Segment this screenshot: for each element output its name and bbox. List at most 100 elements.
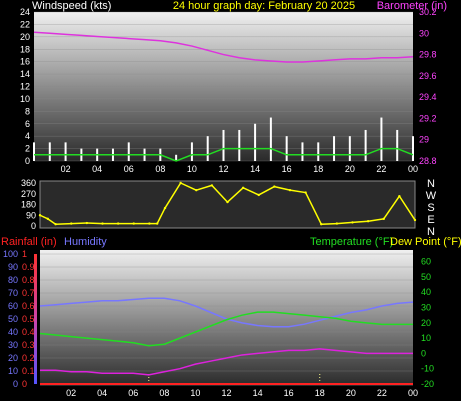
temperature-label: Temperature (°F) bbox=[310, 236, 393, 248]
direction-segment bbox=[55, 222, 72, 225]
baro-tick-label: 28.8 bbox=[419, 156, 437, 166]
direction-tick-label: 180 bbox=[21, 200, 36, 210]
panel1-x-tick: 14 bbox=[250, 164, 260, 174]
panel3-x-tick: 22 bbox=[377, 388, 387, 398]
baro-tick-label: 29.4 bbox=[419, 92, 437, 102]
humidity-tick-label: 0 bbox=[13, 379, 18, 389]
humidity-tick-label: 20 bbox=[8, 353, 18, 363]
panel3-x-tick: 06 bbox=[128, 388, 138, 398]
panel3-x-tick: 20 bbox=[346, 388, 356, 398]
wind-tick-label: 6 bbox=[25, 119, 30, 129]
panel1-x-tick: 00 bbox=[408, 164, 418, 174]
panel1-x-tick: 06 bbox=[124, 164, 134, 174]
compass-e: E bbox=[427, 214, 434, 226]
panel1-x-tick: 16 bbox=[282, 164, 292, 174]
rain-tick-label: 0.4 bbox=[22, 327, 35, 337]
wind-tick-label: 8 bbox=[25, 106, 30, 116]
panel3-x-tick: 12 bbox=[221, 388, 231, 398]
panel3-x-tick: 00 bbox=[408, 388, 418, 398]
direction-segment bbox=[71, 222, 87, 225]
windspeed-title: Windspeed (kts) bbox=[32, 0, 111, 12]
temp-tick-label: 50 bbox=[421, 272, 431, 282]
wind-tick-label: 24 bbox=[20, 7, 30, 17]
direction-tick-label: 360 bbox=[21, 178, 36, 188]
panel1-x-tick: 08 bbox=[155, 164, 165, 174]
wind-tick-label: 12 bbox=[20, 82, 30, 92]
temp-tick-label: 0 bbox=[421, 348, 426, 358]
compass-n-top: N bbox=[427, 178, 435, 190]
panel1-x-tick: 04 bbox=[92, 164, 102, 174]
humidity-tick-label: 90 bbox=[8, 262, 18, 272]
humidity-tick-label: 80 bbox=[8, 275, 18, 285]
rainfall-label: Rainfall (in) bbox=[1, 236, 57, 248]
wind-tick-label: 4 bbox=[25, 131, 30, 141]
wind-tick-label: 22 bbox=[20, 19, 30, 29]
graph-date-title: 24 hour graph day: February 20 2025 bbox=[173, 0, 355, 12]
temp-tick-label: 20 bbox=[421, 318, 431, 328]
wind-tick-label: 2 bbox=[25, 144, 30, 154]
panel3-x-tick: 16 bbox=[284, 388, 294, 398]
humidity-tick-label: 10 bbox=[8, 366, 18, 376]
baro-tick-label: 29.6 bbox=[419, 71, 437, 81]
rain-tick-label: 0 bbox=[22, 379, 27, 389]
rain-tick-label: 0.9 bbox=[22, 262, 35, 272]
temp-tick-label: 60 bbox=[421, 257, 431, 267]
humidity-tick-label: 70 bbox=[8, 288, 18, 298]
panel3-x-tick: 02 bbox=[66, 388, 76, 398]
wind-tick-label: 0 bbox=[25, 156, 30, 166]
rain-tick-label: 0.1 bbox=[22, 366, 35, 376]
compass-w: W bbox=[426, 190, 437, 202]
wind-tick-label: 16 bbox=[20, 57, 30, 67]
rain-tick-label: 0.6 bbox=[22, 301, 35, 311]
panel2-bg bbox=[39, 180, 416, 229]
humidity-tick-label: 100 bbox=[3, 249, 18, 259]
humidity-tick-label: 30 bbox=[8, 340, 18, 350]
baro-tick-label: 30.2 bbox=[419, 7, 437, 17]
baro-tick-label: 29 bbox=[419, 135, 429, 145]
baro-tick-label: 29.2 bbox=[419, 113, 437, 123]
rain-tick-label: 0.8 bbox=[22, 275, 35, 285]
wind-tick-label: 10 bbox=[20, 94, 30, 104]
panel3-x-tick: 10 bbox=[190, 388, 200, 398]
panel1-x-tick: 02 bbox=[61, 164, 71, 174]
direction-tick-label: 270 bbox=[21, 189, 36, 199]
direction-tick-label: 0 bbox=[31, 221, 36, 231]
panel2-axes: 090180270360 bbox=[21, 178, 36, 231]
panel3-bg bbox=[40, 250, 413, 386]
panel3-x-tick: 08 bbox=[159, 388, 169, 398]
wind-tick-label: 14 bbox=[20, 69, 30, 79]
temp-tick-label: -20 bbox=[421, 379, 434, 389]
humidity-tick-label: 60 bbox=[8, 301, 18, 311]
humidity-tick-label: 50 bbox=[8, 314, 18, 324]
direction-segment bbox=[86, 222, 103, 225]
wind-tick-label: 20 bbox=[20, 32, 30, 42]
panel3-x-tick: 18 bbox=[315, 388, 325, 398]
humidity-tick-label: 40 bbox=[8, 327, 18, 337]
compass-s: S bbox=[427, 202, 434, 214]
temp-tick-label: -10 bbox=[421, 364, 434, 374]
panel3-x-tick: 14 bbox=[253, 388, 263, 398]
direction-tick-label: 90 bbox=[26, 210, 36, 220]
panel1-x-tick: 20 bbox=[345, 164, 355, 174]
panel1-x-tick: 10 bbox=[187, 164, 197, 174]
rain-tick-label: 0.7 bbox=[22, 288, 35, 298]
panel1-x-tick: 12 bbox=[218, 164, 228, 174]
rain-tick-label: 1 bbox=[22, 249, 27, 259]
direction-point bbox=[413, 218, 417, 222]
dew-point-label: Dew Point (°F) bbox=[390, 236, 461, 248]
panel1-x-tick: 18 bbox=[313, 164, 323, 174]
rain-tick-label: 0.3 bbox=[22, 340, 35, 350]
rain-tick-label: 0.2 bbox=[22, 353, 35, 363]
baro-tick-label: 29.8 bbox=[419, 50, 437, 60]
temp-tick-label: 30 bbox=[421, 303, 431, 313]
temp-tick-label: 10 bbox=[421, 333, 431, 343]
rain-tick-label: 0.5 bbox=[22, 314, 35, 324]
direction-segment bbox=[321, 222, 337, 225]
panel1-x-tick: 22 bbox=[376, 164, 386, 174]
baro-tick-label: 30 bbox=[419, 28, 429, 38]
temp-tick-label: 40 bbox=[421, 287, 431, 297]
panel3-x-tick: 04 bbox=[97, 388, 107, 398]
weather-graph: Windspeed (kts) 24 hour graph day: Febru… bbox=[1, 0, 461, 398]
wind-tick-label: 18 bbox=[20, 44, 30, 54]
humidity-label: Humidity bbox=[64, 236, 107, 248]
